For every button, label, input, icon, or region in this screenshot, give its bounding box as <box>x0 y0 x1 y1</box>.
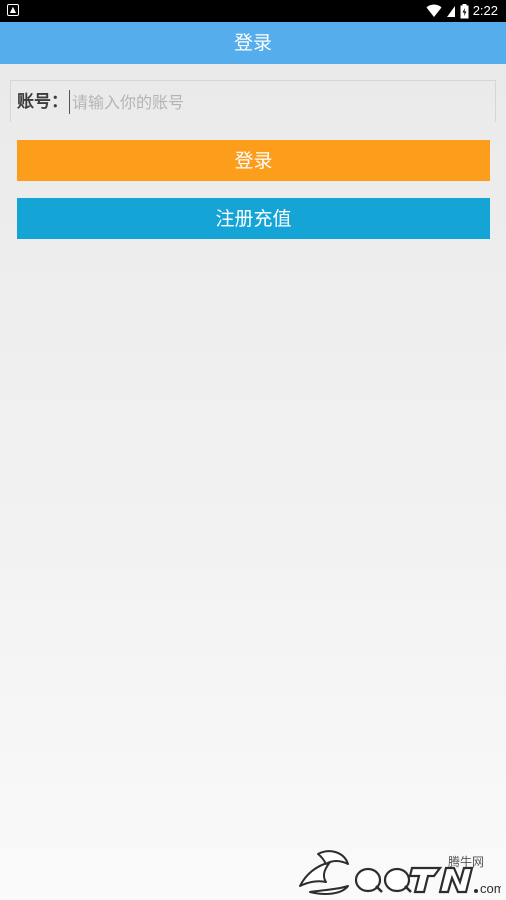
svg-text:com: com <box>480 881 501 896</box>
watermark-site-label: 腾牛网 <box>448 855 485 869</box>
wifi-icon <box>426 4 442 17</box>
notification-icon: ▲ <box>7 4 19 16</box>
battery-icon <box>460 3 469 18</box>
login-button[interactable]: 登录 <box>17 140 490 181</box>
account-input[interactable] <box>69 90 474 114</box>
account-row: 账号： <box>10 80 496 122</box>
signal-icon <box>446 6 455 17</box>
register-recharge-button[interactable]: 注册充值 <box>17 198 490 239</box>
account-label: 账号： <box>17 92 68 112</box>
status-time: 2:22 <box>472 3 498 18</box>
page-title: 登录 <box>0 22 506 64</box>
status-bar-right: 2:22 <box>426 2 498 20</box>
status-bar: ▲ 2:22 <box>0 0 506 22</box>
